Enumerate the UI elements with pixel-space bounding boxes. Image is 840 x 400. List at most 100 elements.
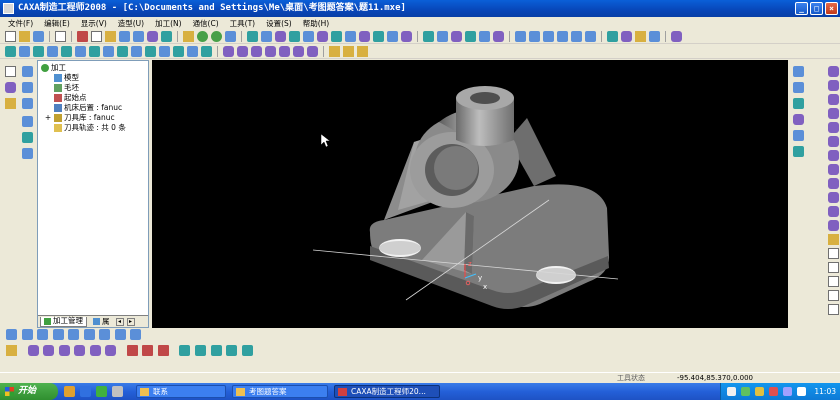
project-curve-icon[interactable] [828, 290, 839, 301]
post-process-icon[interactable] [357, 45, 368, 57]
menu-modeling[interactable]: 造型(U) [118, 18, 144, 29]
tree-root[interactable]: 加工 [41, 63, 66, 73]
fillet-icon[interactable] [331, 30, 342, 42]
draft-icon[interactable] [387, 30, 398, 42]
parallel-finish-icon[interactable] [117, 45, 128, 57]
revolve-icon[interactable] [275, 30, 286, 42]
display-window-icon[interactable] [479, 30, 490, 42]
tree-item-tool-library[interactable]: + 刀具库 : fanuc [44, 113, 115, 123]
tray-icon[interactable] [741, 387, 750, 396]
color-icon[interactable] [225, 30, 236, 42]
simulate-icon[interactable] [343, 45, 354, 57]
five-axis-icon[interactable] [307, 45, 318, 57]
curve-smooth-icon[interactable] [105, 345, 117, 356]
surface-mesh-icon[interactable] [99, 329, 111, 340]
properties-icon[interactable] [22, 66, 33, 77]
groove-icon[interactable] [251, 45, 262, 57]
rectangle-icon[interactable] [828, 108, 839, 119]
region-rough-icon[interactable] [19, 45, 30, 57]
tab-machining-manager[interactable]: 加工管理 [40, 316, 87, 327]
zoom-out-icon[interactable] [529, 30, 540, 42]
ellipse-icon[interactable] [828, 122, 839, 133]
curve-icon[interactable] [147, 30, 158, 42]
view-iso-icon[interactable] [793, 114, 804, 125]
menu-tools[interactable]: 工具(T) [230, 18, 255, 29]
mirror-icon[interactable] [22, 148, 33, 159]
close-button[interactable]: × [825, 2, 838, 15]
projection-icon[interactable] [187, 45, 198, 57]
loft-icon[interactable] [303, 30, 314, 42]
view-front-icon[interactable] [793, 66, 804, 77]
menu-communication[interactable]: 通信(C) [193, 18, 219, 29]
curve-spline-icon[interactable] [142, 345, 154, 356]
arc-icon[interactable] [828, 80, 839, 91]
plunge-rough-icon[interactable] [61, 45, 72, 57]
parametric-icon[interactable] [22, 98, 33, 109]
3d-viewport[interactable]: z y x [152, 60, 788, 328]
rotate-entity-icon[interactable] [195, 345, 207, 356]
contour-rough-icon[interactable] [33, 45, 44, 57]
filter-icon[interactable] [211, 30, 222, 42]
contour-finish-icon[interactable] [131, 45, 142, 57]
quicklaunch-desktop-icon[interactable] [112, 386, 123, 397]
expand-icon[interactable]: + [44, 113, 52, 123]
fillet-curve-icon[interactable] [828, 206, 839, 217]
copy-icon[interactable] [91, 30, 102, 42]
tab-scroll-right[interactable]: ▸ [126, 317, 135, 326]
scale-icon[interactable] [241, 345, 253, 356]
surface-guide-icon[interactable] [68, 329, 80, 340]
tree-item-blank[interactable]: 毛坯 [54, 83, 79, 93]
layer-manager-icon[interactable] [5, 98, 16, 109]
engrave-icon[interactable] [237, 45, 248, 57]
mirror-entity-icon[interactable] [210, 345, 222, 356]
corner-clean-icon[interactable] [201, 45, 212, 57]
menu-settings[interactable]: 设置(S) [266, 18, 292, 29]
scallop-finish-icon[interactable] [159, 45, 170, 57]
extrude-icon[interactable] [261, 30, 272, 42]
wireframe-icon[interactable] [437, 30, 448, 42]
view-orient-icon[interactable] [649, 30, 660, 42]
quicklaunch-explorer-icon[interactable] [80, 386, 91, 397]
curve-transition-icon[interactable] [43, 345, 55, 356]
print-icon[interactable] [55, 30, 66, 42]
start-button[interactable]: 开始 [0, 383, 58, 400]
layer-icon[interactable] [197, 30, 208, 42]
break-icon[interactable] [828, 262, 839, 273]
surface-boundary-icon[interactable] [114, 329, 126, 340]
cavity-rough-icon[interactable] [89, 45, 100, 57]
trim-icon[interactable] [828, 220, 839, 231]
surface-rotate-icon[interactable] [37, 329, 49, 340]
zoom-in-icon[interactable] [515, 30, 526, 42]
view-back-icon[interactable] [793, 146, 804, 157]
tree-item-model[interactable]: 模型 [54, 73, 79, 83]
move-icon[interactable] [22, 116, 33, 127]
taskbar-item-contact[interactable]: 联系 [136, 385, 226, 398]
display-all-icon[interactable] [465, 30, 476, 42]
zoom-window-icon[interactable] [543, 30, 554, 42]
roughing-icon[interactable] [5, 45, 16, 57]
light-icon[interactable] [183, 30, 194, 42]
tree-item-start-point[interactable]: 起始点 [54, 93, 87, 103]
array-icon[interactable] [226, 345, 238, 356]
surface-ruled-icon[interactable] [21, 329, 33, 340]
drill-icon[interactable] [223, 45, 234, 57]
surface-icon[interactable] [161, 30, 172, 42]
undo-icon[interactable] [119, 30, 130, 42]
text-icon[interactable] [828, 234, 839, 245]
refresh-icon[interactable] [571, 30, 582, 42]
measure-icon[interactable] [671, 30, 682, 42]
cut-extrude-icon[interactable] [317, 30, 328, 42]
join-icon[interactable] [828, 276, 839, 287]
line-icon[interactable] [828, 66, 839, 77]
polygon-icon[interactable] [828, 178, 839, 189]
quicklaunch-media-icon[interactable] [96, 386, 107, 397]
spline-icon[interactable] [828, 136, 839, 147]
display-prev-icon[interactable] [493, 30, 504, 42]
sketch-icon[interactable] [5, 82, 16, 93]
pencil-icon[interactable] [6, 345, 17, 356]
menu-edit[interactable]: 编辑(E) [44, 18, 70, 29]
circle-icon[interactable] [828, 94, 839, 105]
menu-help[interactable]: 帮助(H) [303, 18, 330, 29]
thread-icon[interactable] [265, 45, 276, 57]
feature-icon[interactable] [247, 30, 258, 42]
